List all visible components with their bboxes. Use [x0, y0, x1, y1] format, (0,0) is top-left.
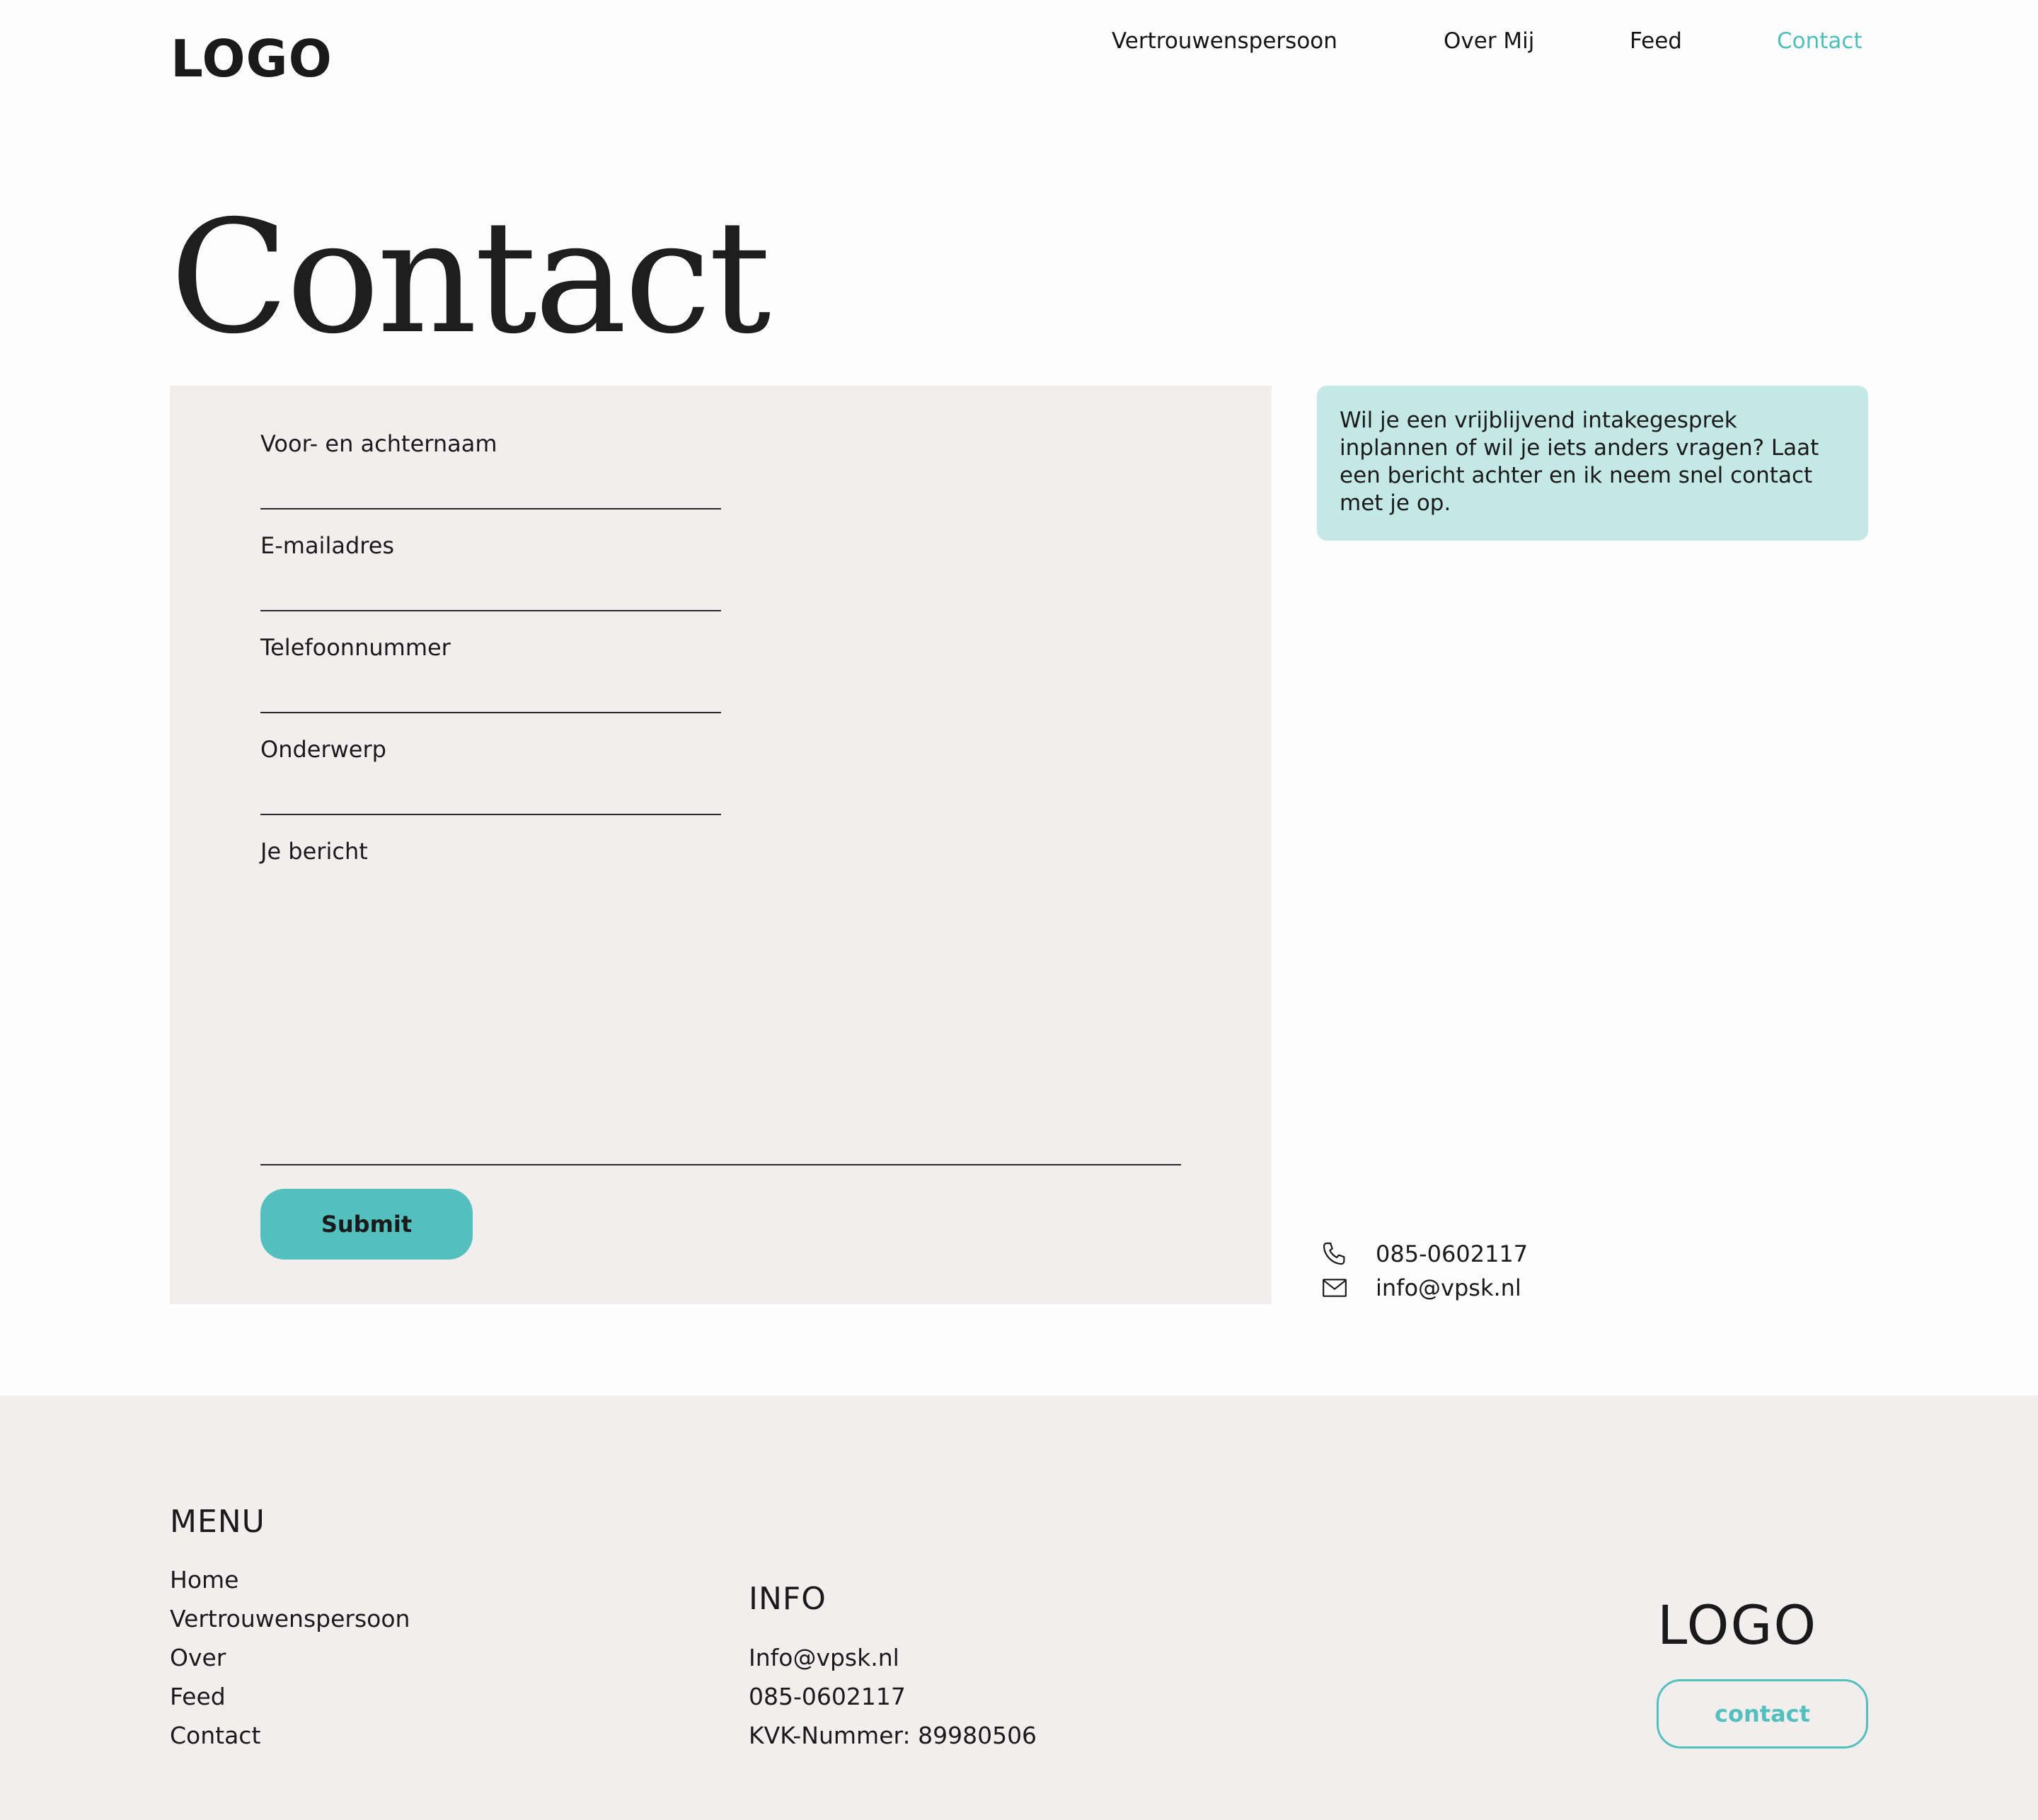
footer-menu-feed[interactable]: Feed: [170, 1683, 226, 1711]
intake-info-box: Wil je een vrijblijvend intakegesprek in…: [1317, 386, 1868, 541]
contact-phone-row: 085-0602117: [1320, 1240, 1528, 1268]
header-logo[interactable]: LOGO: [171, 27, 333, 91]
nav-item-vertrouwenspersoon[interactable]: Vertrouwenspersoon: [1112, 25, 1337, 57]
contact-email-text[interactable]: info@vpsk.nl: [1376, 1274, 1521, 1302]
nav-item-over-mij[interactable]: Over Mij: [1444, 25, 1534, 57]
contact-phone-text[interactable]: 085-0602117: [1376, 1240, 1528, 1268]
footer-menu-contact[interactable]: Contact: [170, 1722, 260, 1750]
footer-info-phone[interactable]: 085-0602117: [749, 1683, 906, 1711]
footer-info-heading: INFO: [749, 1581, 827, 1617]
phone-field-underline: [260, 712, 721, 713]
footer-info-email[interactable]: Info@vpsk.nl: [749, 1644, 899, 1672]
message-label: Je bericht: [260, 838, 368, 865]
phone-field[interactable]: [260, 679, 721, 710]
subject-field-underline: [260, 814, 721, 815]
name-field[interactable]: [260, 476, 721, 507]
footer-menu-vertrouwenspersoon[interactable]: Vertrouwenspersoon: [170, 1605, 410, 1633]
page-title: Contact: [170, 187, 771, 368]
subject-field[interactable]: [260, 781, 721, 812]
footer-contact-button[interactable]: contact: [1657, 1679, 1868, 1749]
mail-icon: [1320, 1274, 1349, 1302]
nav-item-contact[interactable]: Contact: [1777, 25, 1863, 57]
email-field[interactable]: [260, 577, 721, 609]
phone-label: Telefoonnummer: [260, 634, 451, 661]
footer-menu-home[interactable]: Home: [170, 1566, 238, 1594]
intake-info-text: Wil je een vrijblijvend intakegesprek in…: [1340, 408, 1819, 516]
email-field-underline: [260, 610, 721, 611]
subject-label: Onderwerp: [260, 736, 386, 763]
phone-icon: [1320, 1240, 1349, 1268]
contact-email-row: info@vpsk.nl: [1320, 1274, 1521, 1302]
message-field-underline: [260, 1164, 1181, 1165]
nav-item-feed[interactable]: Feed: [1630, 25, 1682, 57]
name-label: Voor- en achternaam: [260, 430, 497, 457]
message-field[interactable]: [260, 885, 1180, 1160]
email-label: E-mailadres: [260, 532, 395, 559]
submit-button[interactable]: Submit: [260, 1189, 473, 1260]
name-field-underline: [260, 508, 721, 509]
footer-info-kvk: KVK-Nummer: 89980506: [749, 1722, 1037, 1749]
footer-menu-heading: MENU: [170, 1504, 265, 1540]
footer-logo[interactable]: LOGO: [1657, 1594, 1817, 1657]
footer-menu-over[interactable]: Over: [170, 1644, 226, 1672]
